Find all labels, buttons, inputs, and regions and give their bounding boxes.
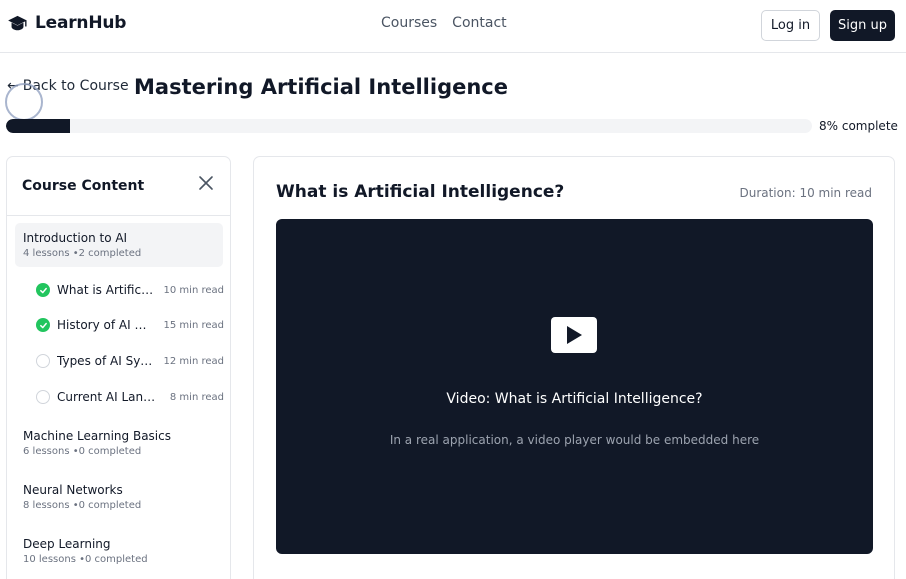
arrow-left-icon: ← [7,78,19,94]
module-title: Introduction to AI [23,231,128,245]
brand-name: LearnHub [35,13,127,33]
video-title: Video: What is Artificial Intelligence? [446,391,703,407]
lesson-name: Types of AI Systems [57,354,156,368]
course-content-sidebar: Course Content Introduction to AI 4 less… [6,156,231,579]
lesson-duration: 8 min read [169,391,224,403]
close-icon[interactable] [197,174,215,192]
module-title: Machine Learning Basics [23,429,171,443]
play-icon [567,326,582,344]
lesson-duration: 12 min read [163,355,224,367]
module-deep-learning[interactable]: Deep Learning 10 lessons •0 completed [15,529,223,573]
sidebar-header: Course Content [7,157,230,216]
lesson-item[interactable]: Current AI Landscape 8 min read [36,387,224,407]
lesson-name: History of AI Development [57,318,156,332]
nav-link-contact[interactable]: Contact [452,15,506,31]
check-circle-icon [36,318,50,332]
module-meta: 8 lessons •0 completed [23,500,142,511]
module-title: Neural Networks [23,483,123,497]
play-button[interactable] [551,317,597,353]
module-machine-learning-basics[interactable]: Machine Learning Basics 6 lessons •0 com… [15,421,223,465]
course-progress-label: 8% complete [819,119,898,133]
top-navbar: LearnHub Courses Contact Log in Sign up [0,0,906,53]
module-introduction-to-ai[interactable]: Introduction to AI 4 lessons •2 complete… [15,223,223,267]
video-placeholder-note: In a real application, a video player wo… [389,433,760,447]
lesson-name: What is Artificial Intelligence? [57,283,156,297]
empty-circle-icon [36,390,50,404]
module-meta: 10 lessons •0 completed [23,554,148,565]
module-meta: 4 lessons •2 completed [23,248,142,259]
back-to-course-link[interactable]: ← Back to Course [7,78,129,94]
empty-circle-icon [36,354,50,368]
video-player[interactable]: Video: What is Artificial Intelligence? … [276,219,873,554]
brand-logo[interactable]: LearnHub [7,13,126,33]
signup-button[interactable]: Sign up [830,10,895,41]
lesson-item[interactable]: What is Artificial Intelligence? 10 min … [36,280,224,300]
graduation-cap-icon [8,15,27,30]
lesson-item[interactable]: History of AI Development 15 min read [36,315,224,335]
lesson-duration: 10 min read [163,284,224,296]
login-button[interactable]: Log in [761,10,820,41]
module-title: Deep Learning [23,537,111,551]
nav-link-courses[interactable]: Courses [381,15,437,31]
module-meta: 6 lessons •0 completed [23,446,142,457]
lesson-content-card: What is Artificial Intelligence? Duratio… [253,156,895,579]
lesson-duration: 15 min read [163,319,224,331]
course-progress-fill [6,119,71,133]
course-progress-bar [6,119,812,133]
lesson-title: What is Artificial Intelligence? [276,182,565,202]
check-circle-icon [36,283,50,297]
module-neural-networks[interactable]: Neural Networks 8 lessons •0 completed [15,475,223,519]
course-title: Mastering Artificial Intelligence [134,75,508,99]
main-nav: Courses Contact [381,15,507,31]
back-to-course-label: Back to Course [22,78,129,94]
lesson-duration-label: Duration: 10 min read [739,186,872,200]
sidebar-title: Course Content [22,178,145,194]
lesson-item[interactable]: Types of AI Systems 12 min read [36,351,224,371]
lesson-name: Current AI Landscape [57,390,162,404]
